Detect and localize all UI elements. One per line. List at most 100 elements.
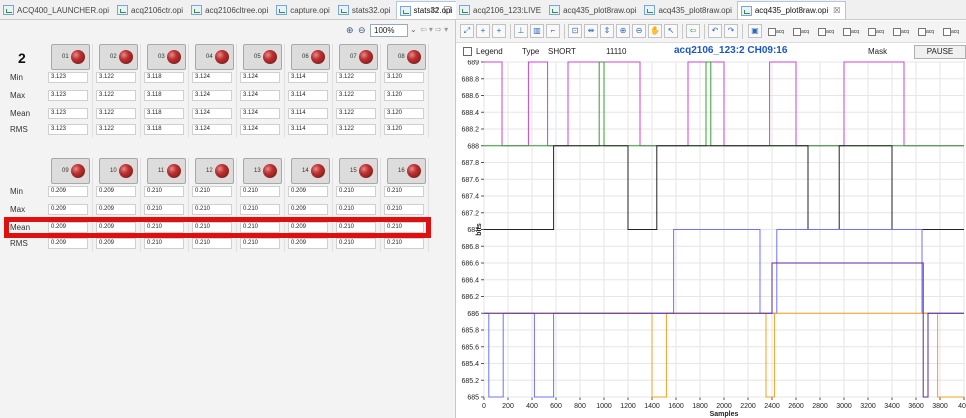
left-tab-3[interactable]: capture.opi	[273, 1, 335, 19]
channel-header-04[interactable]: 04	[195, 44, 234, 70]
legend-checkbox[interactable]	[463, 47, 472, 56]
acq-trace-checkbox[interactable]: acq	[868, 27, 896, 37]
stat-value: 3.122	[96, 124, 136, 135]
acq-trace-checkbox[interactable]: acq	[843, 27, 871, 37]
status-led-icon	[311, 50, 325, 64]
checkbox-box[interactable]	[943, 27, 951, 36]
acq-trace-checkbox[interactable]: acq	[793, 27, 821, 37]
channel-header-03[interactable]: 03	[147, 44, 186, 70]
maximize-icon[interactable]: ▢	[443, 4, 452, 15]
autoscale-y-icon[interactable]: +	[492, 24, 506, 38]
channel-header-02[interactable]: 02	[99, 44, 138, 70]
stat-value: 3.124	[192, 124, 232, 135]
zoom-out-plot-icon[interactable]: ⊖	[632, 24, 646, 38]
zoom-in-plot-icon[interactable]: ⊕	[616, 24, 630, 38]
stat-value: 3.118	[144, 108, 184, 119]
acq-trace-checkbox[interactable]: acq	[818, 27, 846, 37]
left-tab-1[interactable]: acq2106ctr.opi	[114, 1, 188, 19]
stat-value: 3.124	[240, 90, 280, 101]
zoom-combo[interactable]: 100%	[370, 24, 408, 37]
checkbox-box[interactable]	[768, 27, 776, 36]
channel-header-11[interactable]: 11	[147, 158, 186, 184]
checkbox-box[interactable]	[868, 27, 876, 36]
channel-header-15[interactable]: 15	[339, 158, 378, 184]
channel-header-01[interactable]: 01	[51, 44, 90, 70]
channel-header-08[interactable]: 08	[387, 44, 426, 70]
stat-value: 3.123	[48, 90, 88, 101]
row-label-rms: RMS	[10, 125, 28, 134]
x-tick-label: 0	[482, 403, 486, 410]
stat-value: 0.209	[96, 238, 136, 249]
plot-toolbar: ⤢ + + ⊥ ▥ ⌐ ⊡ ⇹ ⇕ ⊕ ⊖ ✋ ↖ ⇦ ↶ ↷ ▣ acq acq…	[456, 21, 966, 43]
left-tab-2[interactable]: acq2106cltree.opi	[188, 1, 273, 19]
channel-number: 08	[398, 54, 405, 60]
channel-header-06[interactable]: 06	[291, 44, 330, 70]
nav-arrows-icon[interactable]: ⇦ ▾ ⇨ ▾	[420, 25, 448, 34]
pointer-icon[interactable]: ↖	[664, 24, 678, 38]
minimize-icon[interactable]: ▭	[430, 4, 439, 15]
type-value[interactable]: SHORT	[548, 47, 576, 56]
waveform-plot[interactable]: 0 200 400 600 800 1000 1200 1400 1600 1800 2000 220…	[456, 60, 966, 418]
channel-header-07[interactable]: 07	[339, 44, 378, 70]
zoom-out-icon[interactable]: ⊖	[358, 25, 366, 36]
channel-header-16[interactable]: 16	[387, 158, 426, 184]
axis-icon[interactable]: ⊥	[514, 24, 528, 38]
acq-trace-checkbox[interactable]: acq	[893, 27, 921, 37]
chevron-down-icon[interactable]: ⌄	[410, 25, 417, 34]
y-tick-label: 689	[467, 60, 479, 67]
channel-header-12[interactable]: 12	[195, 158, 234, 184]
back-icon[interactable]: ⇦	[686, 24, 700, 38]
right-tab-bar: acq2106_123:LIVE acq435_plot8raw.opi acq43…	[456, 0, 966, 20]
stat-value: 0.210	[192, 186, 232, 197]
undo-icon[interactable]: ↶	[708, 24, 722, 38]
autoscale-icon[interactable]: ⤢	[460, 24, 474, 38]
stat-value: 3.124	[240, 108, 280, 119]
chart-icon[interactable]: ▥	[530, 24, 544, 38]
channel-header-05[interactable]: 05	[243, 44, 282, 70]
status-led-icon	[407, 164, 421, 178]
stat-value: 3.124	[192, 72, 232, 83]
y-tick-label: 688.2	[461, 127, 479, 134]
autoscale-x-icon[interactable]: +	[476, 24, 490, 38]
checkbox-box[interactable]	[793, 27, 801, 36]
y-tick-label: 685.8	[461, 328, 479, 335]
stat-value: 3.120	[384, 124, 424, 135]
tab-label: acq2106_123:LIVE	[473, 5, 542, 15]
checkbox-box[interactable]	[918, 27, 926, 36]
snapshot-icon[interactable]: ▣	[748, 24, 762, 38]
acq-trace-checkbox[interactable]: acq	[918, 27, 946, 37]
x-tick-label: 3800	[932, 403, 948, 410]
checkbox-box[interactable]	[843, 27, 851, 36]
x-tick-label: 2400	[764, 403, 780, 410]
channel-header-09[interactable]: 09	[51, 158, 90, 184]
tab-label: capture.opi	[290, 5, 330, 15]
acq-label: acq	[951, 28, 960, 35]
channel-header-10[interactable]: 10	[99, 158, 138, 184]
channel-header-13[interactable]: 13	[243, 158, 282, 184]
pan-hand-icon[interactable]: ✋	[648, 24, 662, 38]
zoom-y-icon[interactable]: ⇕	[600, 24, 614, 38]
right-tab-2[interactable]: acq435_plot8raw.opi	[641, 1, 736, 19]
zoom-in-icon[interactable]: ⊕	[346, 25, 354, 36]
acq-trace-checkbox[interactable]: acq	[768, 27, 796, 37]
left-tab-0[interactable]: ACQ400_LAUNCHER.opi	[0, 1, 114, 19]
pause-button[interactable]: PAUSE	[914, 45, 966, 59]
zoom-box-icon[interactable]: ⊡	[568, 24, 582, 38]
y-tick-label: 686	[467, 311, 479, 318]
zoom-x-icon[interactable]: ⇹	[584, 24, 598, 38]
channel-header-14[interactable]: 14	[291, 158, 330, 184]
status-led-icon	[71, 164, 85, 178]
checkbox-box[interactable]	[818, 27, 826, 36]
right-tab-1[interactable]: acq435_plot8raw.opi	[546, 1, 641, 19]
right-tab-3[interactable]: acq435_plot8raw.opi ☒	[736, 1, 847, 19]
right-tab-0[interactable]: acq2106_123:LIVE	[456, 1, 546, 19]
checkbox-box[interactable]	[893, 27, 901, 36]
cursor-icon[interactable]: ⌐	[546, 24, 560, 38]
close-icon[interactable]: ☒	[833, 6, 840, 15]
redo-icon[interactable]: ↷	[724, 24, 738, 38]
row-label-min: Min	[10, 73, 23, 82]
y-tick-label: 687.6	[461, 177, 479, 184]
channel-number: 03	[158, 54, 165, 60]
left-tab-4[interactable]: stats32.opi	[335, 1, 396, 19]
acq-trace-checkbox[interactable]: acq	[943, 27, 966, 37]
